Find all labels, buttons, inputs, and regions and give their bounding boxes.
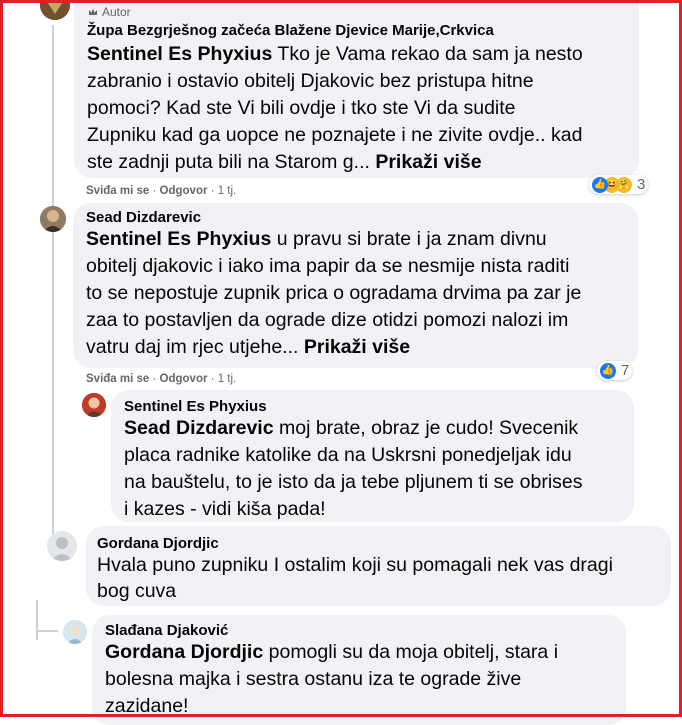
comment-text-line: obitelj djakovic i iako ima papir da se … [86,255,570,277]
comment-bubble: Slađana Djaković Gordana Djordjic pomogl… [92,615,626,725]
avatar[interactable] [40,0,70,20]
reaction-summary[interactable]: 👍 😆 🤗 3 [589,175,649,194]
comment-text-line: bog cuva [97,580,177,602]
comment-actions: Sviđa mi se · Odgovor · 1 tj. [86,185,237,197]
comment-author[interactable]: Sentinel Es Phyxius [124,398,620,415]
comment-text: Gordana Djordjic pomogli su da moja obit… [105,639,612,720]
timestamp[interactable]: 1 tj. [218,185,237,197]
comment-bubble: Gordana Djordjic Hvala puno zupniku I os… [86,526,671,606]
author-tag-label: Autor [102,5,131,19]
comment-text-line: zaa to postavljen da ograde dize otidzi … [86,309,569,331]
thread-connector [36,630,58,632]
thread-line [52,240,54,540]
comment-text-line: moj brate, obraz je cudo! Svecenik [279,417,579,439]
avatar[interactable] [63,620,87,644]
comment-text-line: pomogli su da moja obitelj, stara i [268,641,559,663]
timestamp[interactable]: 1 tj. [218,373,237,385]
like-icon: 👍 [600,362,616,379]
reaction-count: 7 [621,362,630,379]
comment-bubble: Sentinel Es Phyxius Sead Dizdarevic moj … [111,390,634,522]
reaction-summary[interactable]: 👍 7 [597,361,633,380]
comment-text-line: Tko je Vama rekao da sam ja nesto [277,43,583,65]
comment-author[interactable]: Župa Bezgrješnog začeća Blažene Djevice … [87,22,625,39]
like-button[interactable]: Sviđa mi se [86,373,149,385]
comment-author[interactable]: Slađana Djaković [105,622,612,639]
comment-text: Sead Dizdarevic moj brate, obraz je cudo… [124,415,620,522]
reply-button[interactable]: Odgovor [160,185,208,197]
comment-text-line: Zupniku kad ga uopce ne poznajete i ne z… [87,124,583,146]
comment-author[interactable]: Gordana Djordjic [97,535,657,552]
comment-text: Sentinel Es Phyxius u pravu si brate i j… [86,226,624,361]
comment-text-line: i kazes - vidi kiša pada! [124,498,326,520]
see-more-link[interactable]: Prikaži više [304,336,410,358]
comment-text-line: to se nepostuje zupnik prica o ogradama … [86,282,582,304]
comment-text-line: pomoci? Kad ste Vi bili ovdje i tko ste … [87,97,516,119]
comment-text-line: zabranio i ostavio obitelj Djakovic bez … [87,70,534,92]
like-button[interactable]: Sviđa mi se [86,185,149,197]
comment-text-line: na bauštelu, to je isto da ja tebe pljun… [124,471,583,493]
avatar[interactable] [40,206,66,232]
comment-text-line: bolesna majka i sestra ostanu iza te ogr… [105,668,522,690]
comment-text: Sentinel Es Phyxius Tko je Vama rekao da… [87,41,625,176]
comment-text-line: zazidane! [105,695,189,717]
author-badge: Autor [87,5,625,19]
see-more-link[interactable]: Prikaži više [375,151,481,173]
author-icon [89,8,97,15]
comment-text-line: ste zadnji puta bili na Starom g... [87,151,370,173]
comment-text-line: Hvala puno zupniku I ostalim koji su pom… [97,554,613,576]
comment-actions: Sviđa mi se · Odgovor · 1 tj. [86,373,237,385]
comment-bubble: Autor Župa Bezgrješnog začeća Blažene Dj… [74,0,639,178]
mention-link[interactable]: Sentinel Es Phyxius [87,43,272,65]
avatar[interactable] [47,531,77,561]
reaction-count: 3 [637,176,646,193]
avatar[interactable] [82,393,106,417]
comment-text-line: vatru daj im rjec utjehe... [86,336,299,358]
comment-text-line: placa radnike katolike da na Uskrsni pon… [124,444,572,466]
reply-button[interactable]: Odgovor [160,373,208,385]
like-icon: 👍 [592,176,608,193]
comment-author[interactable]: Sead Dizdarevic [86,209,624,226]
comment-bubble: Sead Dizdarevic Sentinel Es Phyxius u pr… [73,203,638,368]
thread-line [36,600,38,640]
comment-text-line: u pravu si brate i ja znam divnu [276,228,547,250]
mention-link[interactable]: Sentinel Es Phyxius [86,228,271,250]
comment-text: Hvala puno zupniku I ostalim koji su pom… [97,552,657,604]
mention-link[interactable]: Sead Dizdarevic [124,417,274,439]
mention-link[interactable]: Gordana Djordjic [105,641,263,663]
